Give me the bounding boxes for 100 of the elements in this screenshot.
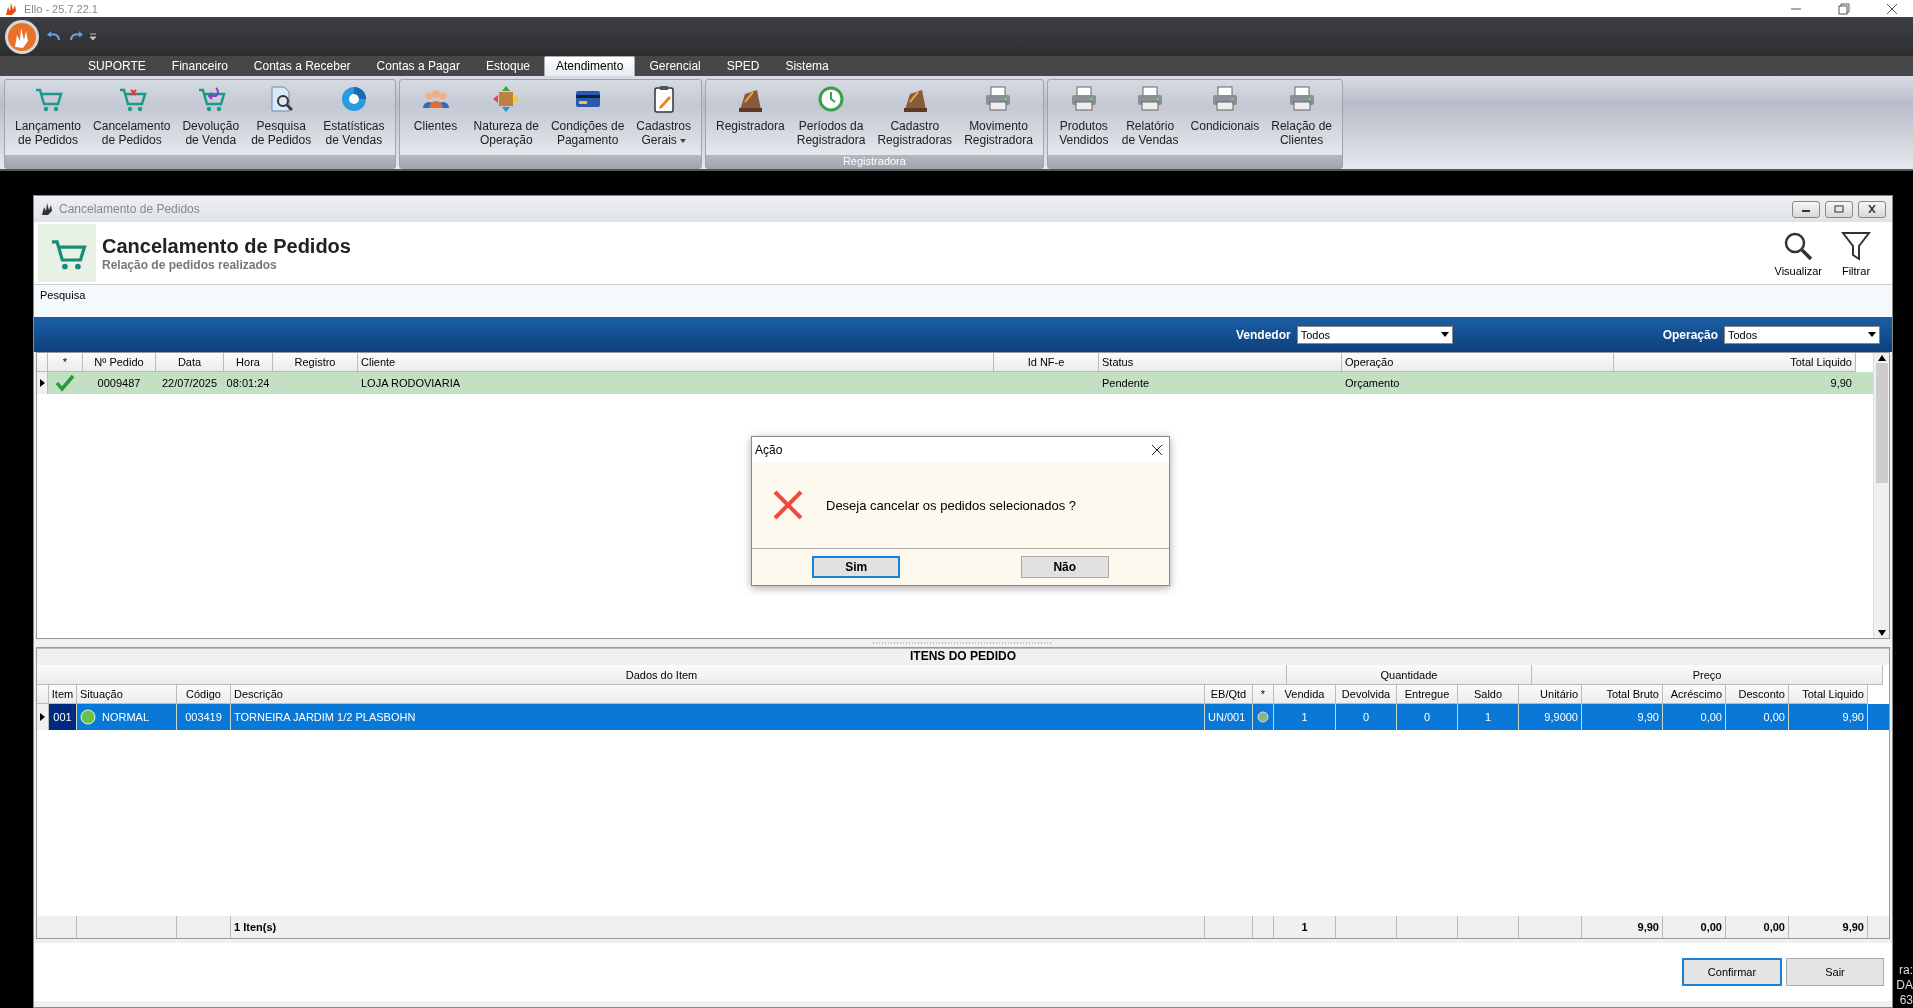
table-cell: 9,9000	[1519, 704, 1582, 730]
column-header[interactable]: Nº Pedido	[83, 353, 156, 372]
scroll-up-icon[interactable]	[1877, 355, 1886, 361]
ribbon-button[interactable]: Clientes	[403, 80, 468, 155]
ribbon-tab[interactable]: Atendimento	[544, 56, 636, 76]
ribbon-button[interactable]: Natureza de Operação	[467, 80, 545, 155]
toolbar-button[interactable]: Visualizar	[1766, 229, 1830, 277]
column-header[interactable]: Total Liquido	[1789, 685, 1868, 704]
column-header[interactable]: Entregue	[1397, 685, 1458, 704]
close-button[interactable]	[1858, 200, 1886, 218]
ribbon-button[interactable]: Lançamento de Pedidos	[9, 80, 88, 155]
close-icon[interactable]	[1151, 443, 1163, 456]
action-button[interactable]: Sair	[1786, 958, 1884, 986]
ribbon-button[interactable]: Devolução de Venda	[176, 80, 246, 155]
column-header[interactable]: EB/Qtd	[1205, 685, 1253, 704]
ribbon-tab[interactable]: SUPORTE	[76, 56, 158, 76]
column-header[interactable]: Cliente	[358, 353, 994, 372]
column-header[interactable]: Total Liquido	[1614, 353, 1856, 372]
header-corner	[37, 353, 48, 372]
app-title: Ello - 25.7.22.1	[24, 2, 99, 15]
table-cell: 0,00	[1726, 704, 1789, 730]
column-header[interactable]: Acréscimo	[1663, 685, 1726, 704]
column-header[interactable]: Saldo	[1458, 685, 1519, 704]
column-header[interactable]: Devolvida	[1336, 685, 1397, 704]
ribbon-button[interactable]: Estatísticas de Vendas	[317, 80, 391, 155]
ribbon-button[interactable]: Cadastros Gerais	[630, 80, 697, 155]
dialog-button[interactable]: Sim	[812, 556, 901, 578]
ribbon-button[interactable]: Condicionais	[1184, 80, 1266, 155]
ribbon-button[interactable]: Cadastro Registradoras	[871, 80, 959, 155]
column-header[interactable]: Data	[156, 353, 224, 372]
table-cell: LOJA RODOVIARIA	[361, 377, 461, 389]
column-header[interactable]: Item	[49, 685, 77, 704]
ribbon-tab[interactable]: Sistema	[773, 56, 841, 76]
column-header[interactable]: Hora	[224, 353, 273, 372]
column-header[interactable]: Operação	[1342, 353, 1614, 372]
column-header[interactable]: Total Bruto	[1582, 685, 1663, 704]
filter-label: Vendedor	[1235, 327, 1291, 342]
column-header[interactable]: Id NF-e	[994, 353, 1099, 372]
splitter-grip[interactable]	[873, 641, 1053, 645]
total-cell: 0,00	[1763, 921, 1785, 933]
minimize-button[interactable]	[1792, 200, 1820, 218]
filter-dropdown[interactable]: Todos	[1724, 325, 1880, 344]
ribbon-button[interactable]: Movimento Registradora	[958, 80, 1039, 155]
table-cell: 0	[1397, 704, 1458, 730]
close-icon	[1867, 205, 1877, 213]
column-header[interactable]: Situação	[77, 685, 177, 704]
column-header[interactable]: *	[48, 353, 83, 372]
ribbon-button[interactable]: Cancelamento de Pedidos	[87, 80, 177, 155]
cart-icon	[38, 224, 96, 282]
ribbon-button[interactable]: Condições de Pagamento	[544, 80, 631, 155]
maximize-button[interactable]	[1825, 200, 1853, 218]
column-header[interactable]: Status	[1099, 353, 1342, 372]
table-cell: UN/001	[1205, 704, 1253, 730]
page-heading: Cancelamento de Pedidos	[102, 234, 352, 258]
search-label: Pesquisa	[40, 289, 86, 301]
ribbon-button[interactable]: Produtos Vendidos	[1051, 80, 1116, 155]
ribbon-button[interactable]: Relatório de Vendas	[1115, 80, 1185, 155]
table-cell: NORMAL	[102, 711, 150, 723]
scroll-down-icon[interactable]	[1877, 630, 1886, 636]
ribbon-button[interactable]: Períodos da Registradora	[790, 80, 872, 155]
column-header[interactable]: Descrição	[231, 685, 1205, 704]
table-cell: 1	[1458, 704, 1519, 730]
column-header[interactable]: *	[1253, 685, 1274, 704]
dialog-button[interactable]: Não	[1020, 556, 1109, 578]
ribbon-button[interactable]: Pesquisa de Pedidos	[245, 80, 318, 155]
dropdown-caret-icon	[1868, 332, 1876, 337]
ribbon-tab[interactable]: SPED	[714, 56, 772, 76]
toolbar-button[interactable]: Filtrar	[1830, 229, 1882, 277]
row-selector[interactable]	[37, 372, 48, 394]
column-header[interactable]: Vendida	[1274, 685, 1336, 704]
ribbon-tab[interactable]: Financeiro	[159, 56, 240, 76]
column-group-header: Dados do Item	[37, 665, 1287, 685]
customize-caret-icon[interactable]	[90, 32, 96, 41]
close-icon[interactable]	[1886, 2, 1898, 15]
action-button[interactable]: Confirmar	[1682, 958, 1782, 986]
ribbon-tab[interactable]: Contas a Pagar	[364, 56, 472, 76]
column-header[interactable]: Código	[177, 685, 231, 704]
app-logo-icon[interactable]	[4, 18, 40, 55]
order-row[interactable]: 0009487 22/07/2025 08:01:24 LOJA RODOVIARIA Pendente Orçamento 9,90	[37, 372, 1873, 394]
dialog-message: Deseja cancelar os pedidos selecionados ?	[826, 497, 1077, 513]
ribbon-tab[interactable]: Gerencial	[637, 56, 713, 76]
ribbon-tab[interactable]: Estoque	[473, 56, 542, 76]
table-cell: 9,90	[1789, 704, 1868, 730]
column-header[interactable]: Desconto	[1726, 685, 1789, 704]
status-dot-icon	[80, 709, 96, 725]
column-header[interactable]: Registro	[273, 353, 358, 372]
item-row[interactable]: 001 NORMAL 003419 TORNEIRA JARDIM 1/2 PLASBOHN UN/001 1 0 0 1 9,9000 9,90 0,00 0,00 9,90	[37, 704, 1889, 730]
restore-icon[interactable]	[1838, 2, 1850, 15]
total-cell: 9,90	[1637, 921, 1659, 933]
filter-dropdown[interactable]: Todos	[1296, 325, 1453, 344]
ribbon-button[interactable]: Relação de Clientes	[1265, 80, 1338, 155]
error-cross-icon	[772, 489, 804, 521]
ribbon-tab[interactable]: Contas a Receber	[241, 56, 363, 76]
background-text: ra:	[1899, 963, 1913, 978]
table-cell: 22/07/2025	[161, 377, 218, 389]
column-header[interactable]: Unitário	[1519, 685, 1582, 704]
ribbon-button[interactable]: Registradora	[710, 80, 791, 155]
vertical-scrollbar[interactable]	[1873, 353, 1889, 638]
row-selector[interactable]	[37, 704, 49, 730]
table-cell: 1	[1274, 704, 1336, 730]
